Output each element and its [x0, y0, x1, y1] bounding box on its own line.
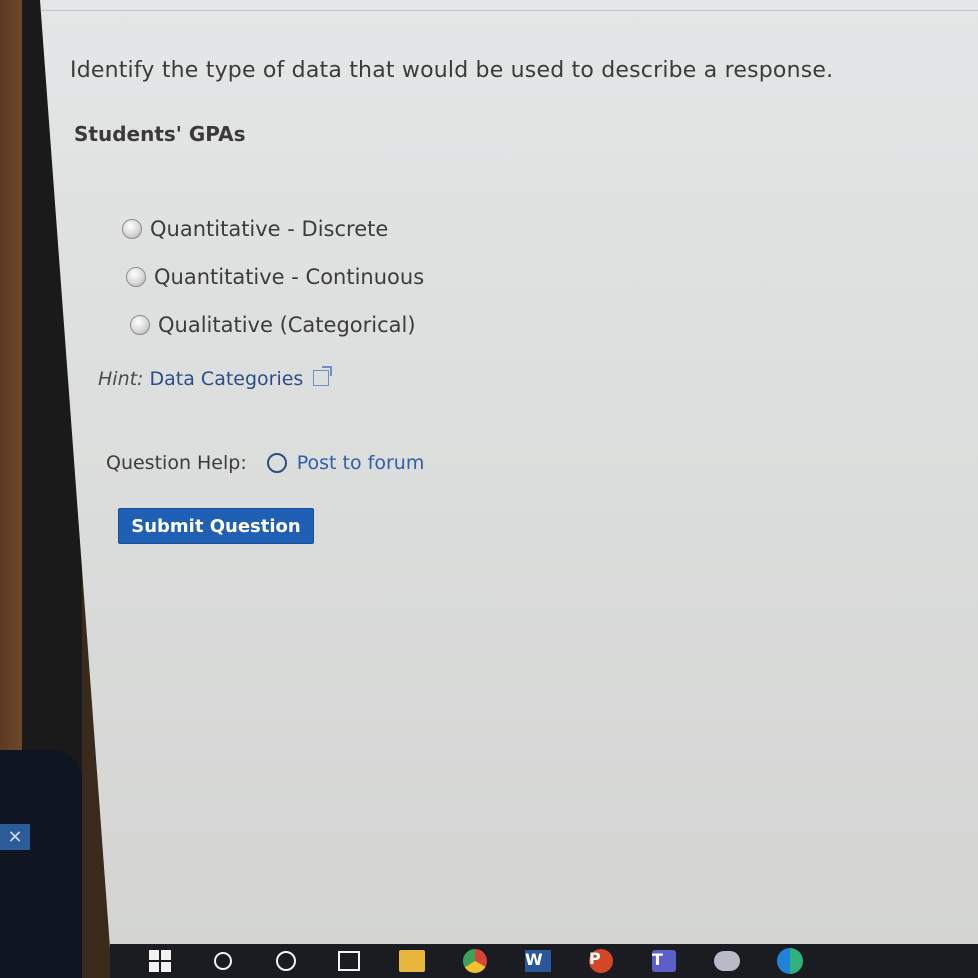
teams-icon[interactable]: T — [651, 948, 677, 974]
hint-link-data-categories[interactable]: Data Categories — [150, 368, 304, 390]
post-to-forum-link[interactable]: Post to forum — [297, 452, 425, 474]
option-label: Quantitative - Continuous — [154, 265, 425, 289]
answer-options: Quantitative - Discrete Quantitative - C… — [122, 205, 424, 349]
radio-button[interactable] — [122, 219, 142, 239]
edge-icon[interactable] — [777, 948, 803, 974]
hint-row: Hint: Data Categories — [98, 366, 333, 390]
question-subject: Students' GPAs — [74, 122, 246, 146]
hint-label: Hint: — [98, 368, 144, 390]
question-help-row: Question Help: Post to forum — [106, 452, 424, 474]
question-help-label: Question Help: — [106, 452, 247, 474]
chrome-icon[interactable] — [462, 948, 488, 974]
external-link-icon[interactable] — [313, 366, 333, 386]
close-icon[interactable]: × — [0, 824, 30, 850]
powerpoint-letter: P — [589, 949, 613, 973]
task-view-icon[interactable] — [336, 948, 362, 974]
app-icon[interactable] — [714, 948, 740, 974]
question-prompt: Identify the type of data that would be … — [70, 58, 834, 83]
search-icon[interactable] — [210, 948, 236, 974]
file-explorer-icon[interactable] — [399, 948, 425, 974]
option-qualitative-categorical[interactable]: Qualitative (Categorical) — [130, 301, 424, 349]
submit-question-button[interactable]: Submit Question — [118, 508, 314, 544]
windows-taskbar: W P T — [110, 944, 978, 978]
option-quantitative-discrete[interactable]: Quantitative - Discrete — [122, 205, 424, 253]
cortana-icon[interactable] — [273, 948, 299, 974]
option-quantitative-continuous[interactable]: Quantitative - Continuous — [126, 253, 424, 301]
radio-button[interactable] — [130, 315, 150, 335]
powerpoint-icon[interactable]: P — [588, 948, 614, 974]
chat-bubble-icon[interactable] — [266, 453, 287, 473]
option-label: Qualitative (Categorical) — [158, 313, 416, 337]
radio-button[interactable] — [126, 267, 146, 287]
option-label: Quantitative - Discrete — [150, 217, 389, 241]
word-letter: W — [525, 950, 551, 972]
teams-letter: T — [652, 950, 676, 972]
top-panel-edge — [40, 0, 978, 11]
phone-device — [0, 750, 82, 978]
quiz-screen: Identify the type of data that would be … — [40, 0, 978, 948]
windows-start-icon[interactable] — [147, 948, 173, 974]
word-icon[interactable]: W — [525, 948, 551, 974]
